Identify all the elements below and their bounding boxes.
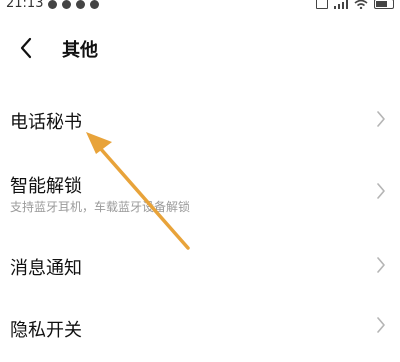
wifi-icon bbox=[354, 0, 368, 9]
menu-item-phone-secretary[interactable]: 电话秘书 bbox=[0, 100, 400, 150]
notification-icon bbox=[48, 0, 57, 9]
status-icons bbox=[316, 0, 394, 10]
notification-icon bbox=[90, 0, 99, 9]
menu-item-label: 消息通知 bbox=[10, 258, 82, 279]
menu-item-label: 智能解锁 bbox=[10, 176, 82, 197]
menu-item-smart-unlock[interactable]: 智能解锁 支持蓝牙耳机，车载蓝牙设备解锁 bbox=[0, 168, 400, 224]
status-time: 21:13 bbox=[6, 0, 44, 11]
chevron-right-icon bbox=[377, 257, 385, 273]
menu-item-label: 隐私开关 bbox=[10, 320, 82, 341]
header-bar: 其他 bbox=[0, 30, 400, 66]
page-title: 其他 bbox=[62, 40, 98, 61]
back-arrow-icon[interactable] bbox=[16, 34, 40, 62]
menu-item-subtitle: 支持蓝牙耳机，车载蓝牙设备解锁 bbox=[10, 200, 191, 214]
chevron-right-icon bbox=[377, 317, 385, 333]
notification-icon bbox=[76, 0, 85, 9]
signal-icon bbox=[334, 0, 348, 9]
status-bar: 21:13 bbox=[0, 0, 400, 14]
chevron-right-icon bbox=[377, 111, 385, 127]
menu-item-label: 电话秘书 bbox=[10, 112, 82, 133]
notification-icon bbox=[62, 0, 71, 9]
chevron-right-icon bbox=[377, 183, 385, 199]
sim-icon bbox=[316, 0, 328, 9]
menu-item-privacy-switch[interactable]: 隐私开关 bbox=[0, 308, 400, 348]
battery-icon bbox=[374, 0, 394, 9]
menu-item-message-notification[interactable]: 消息通知 bbox=[0, 246, 400, 286]
